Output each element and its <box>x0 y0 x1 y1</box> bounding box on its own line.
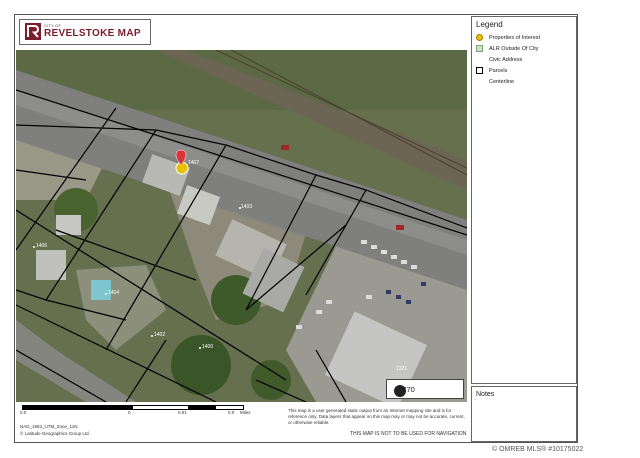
legend-item-label: Parcels <box>489 67 508 74</box>
copyright-label: © Latitude Geographics Group Ltd. <box>20 431 90 436</box>
scale-tick: 0.0 <box>228 410 235 415</box>
scale-tick: 0 <box>128 410 131 415</box>
notes-title: Notes <box>476 391 495 398</box>
address-label: 1400 <box>202 344 213 350</box>
legend-title: Legend <box>476 20 503 29</box>
address-label: 1406 <box>36 243 47 249</box>
scale-tick: 0.01 <box>178 410 187 415</box>
address-label: 1403 <box>241 204 252 210</box>
mls-watermark: © OMREB MLS® #10175022 <box>492 446 584 453</box>
map-canvas[interactable]: 1407 1403 1406 1404 1402 1400 1321 1: 77… <box>16 50 467 402</box>
legend-item-label: Centerline <box>489 78 515 85</box>
legend-item-centerline: Centerline <box>476 78 514 85</box>
aerial-map: 1407 1403 1406 1404 1402 1400 1321 <box>16 50 467 402</box>
map-footer: 0.0 0 0.01 0.0 Miles NAD_1983_UTM_Zone_1… <box>16 402 467 442</box>
legend-item-alr: ALR Outside Of City <box>476 45 539 52</box>
notes-panel: Notes <box>471 386 577 442</box>
navigation-warning: THIS MAP IS NOT TO BE USED FOR NAVIGATIO… <box>350 431 467 437</box>
address-label: 1407 <box>188 160 199 166</box>
legend-item-civic: Civic Address <box>476 56 522 63</box>
map-scale-ratio: 1: 770 <box>386 379 464 399</box>
address-label: 1404 <box>108 290 119 296</box>
legend-item-label: Properties of Interest <box>489 34 541 41</box>
north-arrow-icon <box>394 385 406 397</box>
alr-swatch-icon <box>476 45 483 52</box>
legend-item-parcels: Parcels <box>476 67 507 74</box>
map-legend: Legend Properties of Interest ALR Outsid… <box>471 16 577 384</box>
scale-tick: Miles <box>240 410 251 415</box>
logo-title: REVELSTOKE MAP <box>44 28 141 39</box>
scale-bar <box>22 405 244 410</box>
property-marker-icon <box>476 34 483 41</box>
legend-item-properties: Properties of Interest <box>476 34 540 41</box>
map-header: CITY OF REVELSTOKE MAP <box>16 16 467 50</box>
legend-item-label: ALR Outside Of City <box>489 45 539 52</box>
scale-tick: 0.0 <box>20 410 27 415</box>
disclaimer-text: This map is a user generated static outp… <box>288 408 465 425</box>
legend-item-label: Civic Address <box>489 56 523 63</box>
address-label: 1402 <box>154 332 165 338</box>
parcel-swatch-icon <box>476 67 483 74</box>
city-logo[interactable]: CITY OF REVELSTOKE MAP <box>19 19 151 45</box>
address-label: 1321 <box>396 366 407 372</box>
projection-label: NAD_1983_UTM_Zone_11N <box>20 424 78 429</box>
revelstoke-logo-icon <box>25 23 41 40</box>
